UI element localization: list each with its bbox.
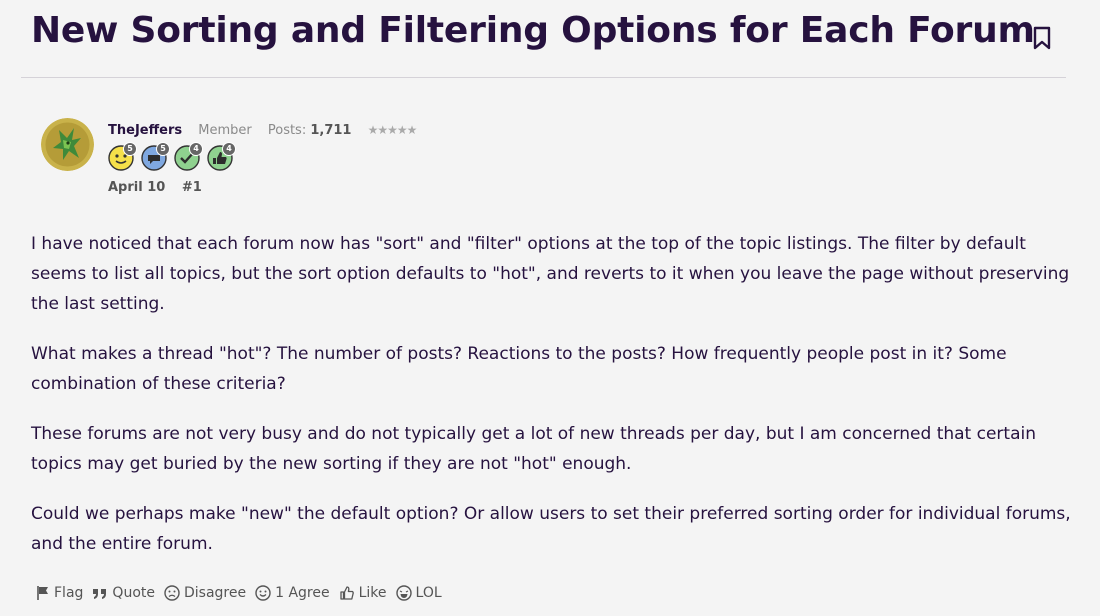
quote-button[interactable]: Quote <box>92 585 155 601</box>
post-count-label: Posts: <box>267 123 307 138</box>
badge-count: 4 <box>189 142 203 156</box>
lol-label: LOL <box>415 585 442 601</box>
thumbs-up-icon <box>339 586 354 600</box>
smile-icon <box>255 585 271 601</box>
rank-stars: ★★★★★ <box>367 123 418 137</box>
disagree-label: Disagree <box>183 585 247 601</box>
username[interactable]: TheJeffers <box>108 123 182 138</box>
post-paragraph: These forums are not very busy and do no… <box>31 424 1037 474</box>
agree-label: 1 Agree <box>275 585 330 601</box>
avatar[interactable] <box>41 118 94 171</box>
post-number[interactable]: #1 <box>182 180 202 195</box>
user-role: Member <box>198 123 252 138</box>
badge-list: 5 5 4 4 <box>108 142 236 171</box>
post-body: I have noticed that each forum now has "… <box>31 229 1071 579</box>
flag-label: Flag <box>54 585 84 601</box>
badge-count: 5 <box>156 142 170 156</box>
lol-button[interactable]: LOL <box>395 585 442 601</box>
post-paragraph: What makes a thread "hot"? The number of… <box>31 344 1007 394</box>
post-date[interactable]: April 10 <box>108 180 165 195</box>
bookmark-icon[interactable] <box>1032 26 1052 50</box>
laugh-icon <box>395 585 412 601</box>
post-meta: April 10 #1 <box>108 180 202 195</box>
checkmark-badge-icon[interactable]: 4 <box>174 142 203 171</box>
post-paragraph: Could we perhaps make "new" the default … <box>31 504 1071 554</box>
post-count: Posts: 1,711 <box>268 123 352 138</box>
badge-count: 5 <box>123 142 137 156</box>
flag-icon <box>37 586 48 600</box>
disagree-button[interactable]: Disagree <box>164 585 246 601</box>
post-actions: Flag Quote Disagree 1 Agree Like LOL <box>36 585 451 601</box>
speech-bubble-badge-icon[interactable]: 5 <box>141 142 170 171</box>
like-button[interactable]: Like <box>339 585 387 601</box>
quote-icon <box>93 589 107 599</box>
post-count-value: 1,711 <box>310 123 352 138</box>
frown-icon <box>164 585 180 601</box>
badge-count: 4 <box>222 142 236 156</box>
quote-label: Quote <box>112 585 155 601</box>
thread-title: New Sorting and Filtering Options for Ea… <box>31 10 1035 51</box>
smiley-badge-icon[interactable]: 5 <box>108 142 137 171</box>
flag-button[interactable]: Flag <box>36 585 83 601</box>
like-label: Like <box>358 585 387 601</box>
title-divider <box>21 77 1066 78</box>
agree-button[interactable]: 1 Agree <box>255 585 330 601</box>
thumbs-up-badge-icon[interactable]: 4 <box>207 142 236 171</box>
post-paragraph: I have noticed that each forum now has "… <box>31 234 1070 314</box>
author-meta: TheJeffers Member Posts: 1,711 ★★★★★ <box>108 123 418 138</box>
